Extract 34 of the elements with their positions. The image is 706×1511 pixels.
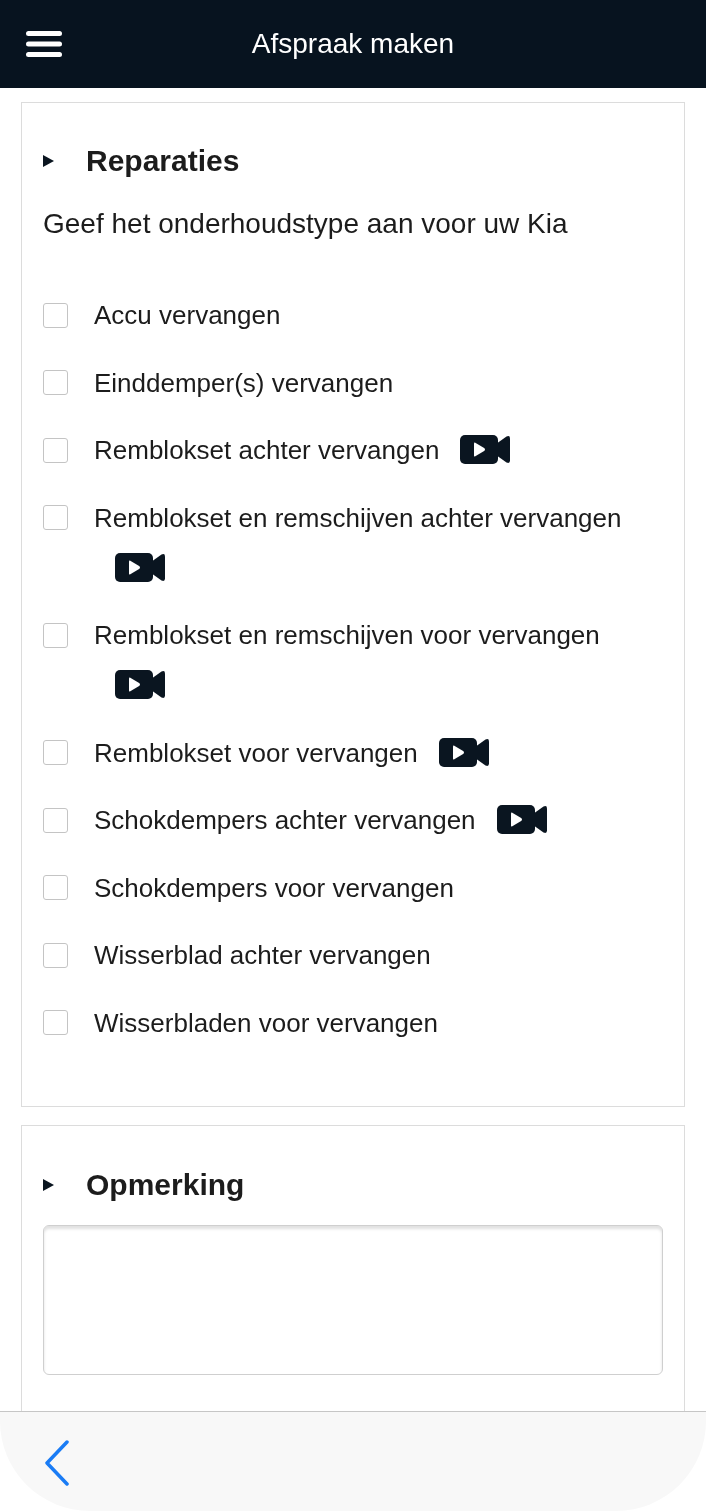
section-subtitle: Geef het onderhoudstype aan voor uw Kia	[43, 207, 569, 241]
option-label: Einddemper(s) vervangen	[94, 367, 394, 398]
checkbox[interactable]	[43, 505, 68, 530]
option-label: Remblokset en remschijven achter vervangen	[94, 502, 622, 533]
option-label: Remblokset en remschijven voor vervangen	[94, 620, 600, 650]
checkbox[interactable]	[43, 740, 68, 765]
triangle-icon	[43, 1178, 54, 1191]
checkbox[interactable]	[43, 1010, 68, 1035]
checkbox[interactable]	[43, 302, 68, 328]
checkbox[interactable]	[43, 370, 68, 395]
option-label: Wisserbladen voor vervangen	[94, 1007, 438, 1038]
option-label: Remblokset voor vervangen	[94, 737, 418, 768]
menu-icon[interactable]	[26, 31, 62, 57]
option-label: Remblokset achter vervangen	[94, 435, 440, 465]
page-title: Afspraak maken	[251, 27, 455, 61]
checkbox[interactable]	[43, 942, 68, 968]
section-title: Opmerking	[86, 1166, 245, 1203]
comment-field[interactable]	[43, 1224, 663, 1375]
section-title: Reparaties	[86, 143, 240, 179]
option-label: Schokdempers achter vervangen	[94, 805, 476, 835]
checkbox[interactable]	[43, 875, 68, 900]
video-camera-icon[interactable]	[115, 552, 165, 582]
option-label: Wisserblad achter vervangen	[94, 940, 431, 970]
video-camera-icon[interactable]	[115, 670, 165, 699]
video-camera-icon[interactable]	[460, 435, 511, 464]
back-icon[interactable]	[44, 1440, 70, 1486]
checkbox[interactable]	[43, 622, 68, 648]
video-camera-icon[interactable]	[438, 737, 489, 767]
option-label: Schokdempers voor vervangen	[94, 872, 454, 903]
triangle-icon	[43, 155, 54, 167]
checkbox[interactable]	[43, 807, 68, 833]
checkbox[interactable]	[43, 437, 68, 463]
video-camera-icon[interactable]	[496, 805, 547, 834]
option-label: Accu vervangen	[94, 300, 281, 330]
